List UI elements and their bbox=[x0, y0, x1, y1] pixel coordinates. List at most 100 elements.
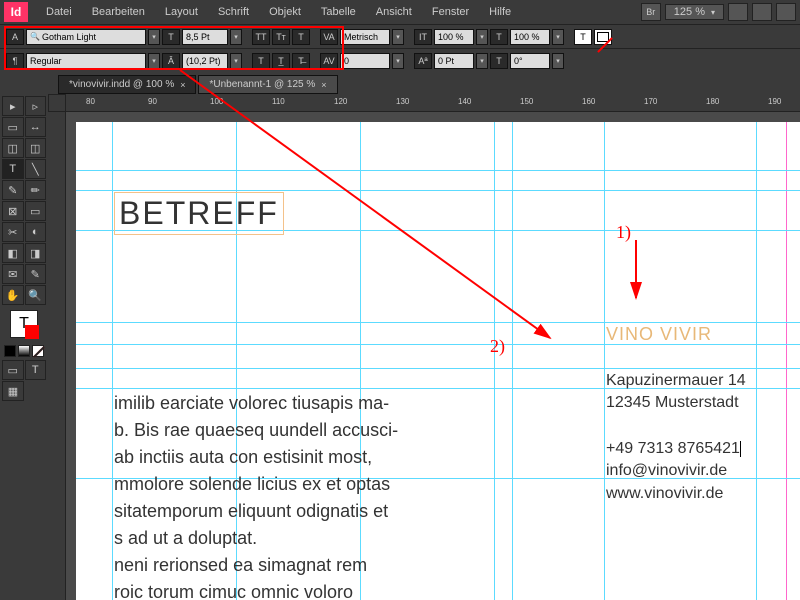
guide-horizontal[interactable] bbox=[76, 190, 800, 191]
content-placer-tool[interactable]: ◫ bbox=[25, 138, 47, 158]
phone-line: +49 7313 8765421 bbox=[606, 438, 741, 460]
gradient-tool[interactable]: ◧ bbox=[2, 243, 24, 263]
ruler-origin[interactable] bbox=[48, 94, 66, 112]
address-line: 12345 Musterstadt bbox=[606, 392, 746, 414]
horiz-scale-field[interactable]: 100 % bbox=[510, 29, 550, 45]
text-address[interactable]: Kapuzinermauer 14 12345 Musterstadt bbox=[606, 370, 746, 415]
color-mode-swatches[interactable] bbox=[4, 345, 44, 357]
apply-color-icon[interactable]: T bbox=[25, 360, 47, 380]
fill-stroke-swatch[interactable]: T bbox=[10, 310, 38, 338]
body-line: imilib earciate volorec tiusapis ma- bbox=[114, 390, 524, 417]
font-size-dropdown[interactable]: ▾ bbox=[230, 29, 242, 45]
rectangle-tool[interactable]: ▭ bbox=[25, 201, 47, 221]
character-format-icon[interactable]: A bbox=[6, 29, 24, 45]
menu-objekt[interactable]: Objekt bbox=[259, 6, 311, 18]
menu-bearbeiten[interactable]: Bearbeiten bbox=[82, 6, 155, 18]
page-tool[interactable]: ▭ bbox=[2, 117, 24, 137]
selection-tool[interactable]: ▸ bbox=[2, 96, 24, 116]
annotation-label-1: 1) bbox=[616, 222, 631, 243]
text-company[interactable]: VINO VIVIR bbox=[606, 324, 712, 345]
menu-datei[interactable]: Datei bbox=[36, 6, 82, 18]
leading-dropdown[interactable]: ▾ bbox=[230, 53, 242, 69]
guide-margin[interactable] bbox=[786, 122, 787, 600]
view-mode-icon[interactable]: ▦ bbox=[2, 381, 24, 401]
pen-tool[interactable]: ✎ bbox=[2, 180, 24, 200]
strikethrough-button[interactable]: T̶ bbox=[292, 53, 310, 69]
underline-button[interactable]: T̲ bbox=[272, 53, 290, 69]
guide-vertical[interactable] bbox=[604, 122, 605, 600]
menu-fenster[interactable]: Fenster bbox=[422, 6, 479, 18]
menu-hilfe[interactable]: Hilfe bbox=[479, 6, 521, 18]
document-page[interactable]: BETREFF imilib earciate volorec tiusapis… bbox=[76, 122, 800, 600]
vert-scale-dropdown[interactable]: ▾ bbox=[476, 29, 488, 45]
free-transform-tool[interactable]: ◐ bbox=[25, 222, 47, 242]
close-icon[interactable]: × bbox=[180, 80, 185, 90]
skew-field[interactable]: 0° bbox=[510, 53, 550, 69]
canvas[interactable]: 80 90 100 110 120 130 140 150 160 170 18… bbox=[48, 94, 800, 600]
rectangle-frame-tool[interactable]: ⊠ bbox=[2, 201, 24, 221]
kerning-field[interactable]: Metrisch bbox=[340, 29, 390, 45]
font-size-icon: T bbox=[162, 29, 180, 45]
horiz-scale-dropdown[interactable]: ▾ bbox=[552, 29, 564, 45]
scissors-tool[interactable]: ✂ bbox=[2, 222, 24, 242]
font-size-field[interactable]: 8,5 Pt bbox=[182, 29, 228, 45]
workspace: ▸▹ ▭↔ ◫◫ T╲ ✎✏ ⊠▭ ✂◐ ◧◨ ✉✎ ✋🔍 T ▭T ▦ 80 … bbox=[0, 94, 800, 600]
vertical-ruler[interactable] bbox=[48, 112, 66, 600]
menu-tabelle[interactable]: Tabelle bbox=[311, 6, 366, 18]
note-tool[interactable]: ✉ bbox=[2, 264, 24, 284]
subscript-button[interactable]: T bbox=[252, 53, 270, 69]
kerning-dropdown[interactable]: ▾ bbox=[392, 29, 404, 45]
font-style-field[interactable]: Regular bbox=[26, 53, 146, 69]
text-frame-body[interactable]: imilib earciate volorec tiusapis ma- b. … bbox=[114, 390, 524, 600]
text-contact[interactable]: +49 7313 8765421 info@vinovivir.de www.v… bbox=[606, 438, 741, 505]
font-style-dropdown[interactable]: ▾ bbox=[148, 53, 160, 69]
normal-view-icon[interactable]: ▭ bbox=[2, 360, 24, 380]
tab-vinovivir[interactable]: *vinovivir.indd @ 100 %× bbox=[58, 75, 196, 94]
paragraph-format-icon[interactable]: ¶ bbox=[6, 53, 24, 69]
leading-icon: Â bbox=[162, 53, 180, 69]
eyedropper-tool[interactable]: ✎ bbox=[25, 264, 47, 284]
zoom-level[interactable]: 125 % bbox=[665, 4, 724, 20]
font-family-field[interactable]: 🔍Gotham Light bbox=[26, 29, 146, 45]
baseline-field[interactable]: 0 Pt bbox=[434, 53, 474, 69]
body-line: mmolore solende licius ex et optas bbox=[114, 471, 524, 498]
bridge-button[interactable]: Br bbox=[641, 3, 661, 21]
guide-horizontal[interactable] bbox=[76, 170, 800, 171]
tracking-dropdown[interactable]: ▾ bbox=[392, 53, 404, 69]
fill-color-icon[interactable]: T bbox=[574, 29, 592, 45]
close-icon[interactable]: × bbox=[321, 80, 326, 90]
menu-schrift[interactable]: Schrift bbox=[208, 6, 259, 18]
content-collector-tool[interactable]: ◫ bbox=[2, 138, 24, 158]
text-frame-betreff[interactable]: BETREFF bbox=[114, 192, 284, 235]
menu-ansicht[interactable]: Ansicht bbox=[366, 6, 422, 18]
guide-horizontal[interactable] bbox=[76, 322, 800, 323]
stroke-color-icon[interactable] bbox=[594, 29, 612, 45]
app-logo: Id bbox=[4, 2, 28, 22]
small-caps-button[interactable]: Tᴛ bbox=[272, 29, 290, 45]
hand-tool[interactable]: ✋ bbox=[2, 285, 24, 305]
guide-vertical[interactable] bbox=[756, 122, 757, 600]
font-family-dropdown[interactable]: ▾ bbox=[148, 29, 160, 45]
line-tool[interactable]: ╲ bbox=[25, 159, 47, 179]
type-tool[interactable]: T bbox=[2, 159, 24, 179]
zoom-tool[interactable]: 🔍 bbox=[25, 285, 47, 305]
screen-mode-icon[interactable] bbox=[752, 3, 772, 21]
guide-vertical[interactable] bbox=[112, 122, 113, 600]
gap-tool[interactable]: ↔ bbox=[25, 117, 47, 137]
superscript-button[interactable]: T bbox=[292, 29, 310, 45]
gradient-feather-tool[interactable]: ◨ bbox=[25, 243, 47, 263]
guide-horizontal[interactable] bbox=[76, 368, 800, 369]
tracking-field[interactable]: 0 bbox=[340, 53, 390, 69]
skew-dropdown[interactable]: ▾ bbox=[552, 53, 564, 69]
all-caps-button[interactable]: TT bbox=[252, 29, 270, 45]
baseline-dropdown[interactable]: ▾ bbox=[476, 53, 488, 69]
menu-layout[interactable]: Layout bbox=[155, 6, 208, 18]
leading-field[interactable]: (10,2 Pt) bbox=[182, 53, 228, 69]
horizontal-ruler[interactable]: 80 90 100 110 120 130 140 150 160 170 18… bbox=[66, 94, 800, 112]
direct-selection-tool[interactable]: ▹ bbox=[25, 96, 47, 116]
tab-unbenannt[interactable]: *Unbenannt-1 @ 125 %× bbox=[198, 75, 337, 94]
vert-scale-field[interactable]: 100 % bbox=[434, 29, 474, 45]
view-options-icon[interactable] bbox=[728, 3, 748, 21]
arrange-icon[interactable] bbox=[776, 3, 796, 21]
pencil-tool[interactable]: ✏ bbox=[25, 180, 47, 200]
